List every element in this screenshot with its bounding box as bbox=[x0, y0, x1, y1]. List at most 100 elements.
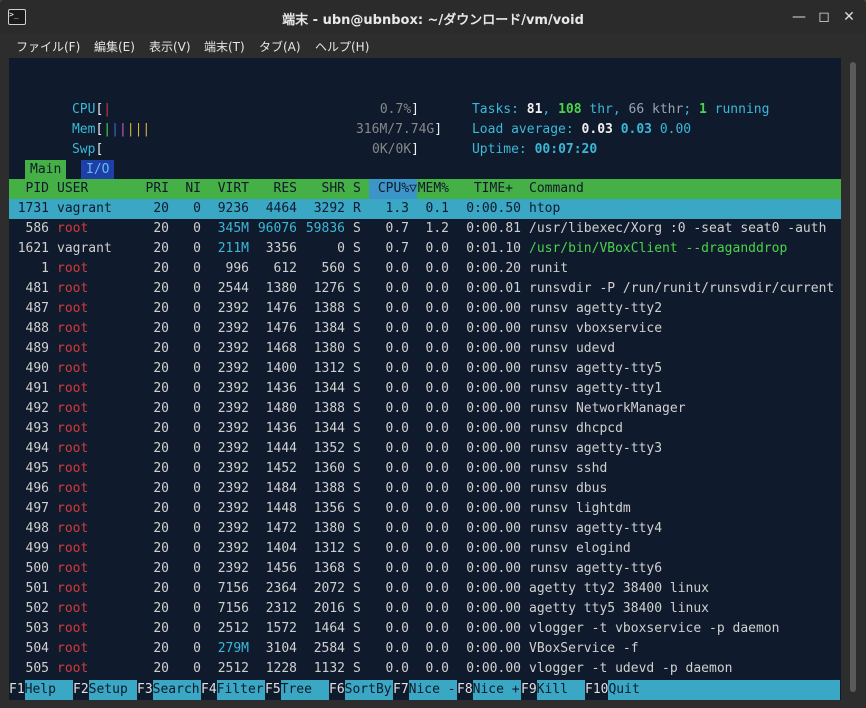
ni-cell: 0 bbox=[193, 641, 201, 656]
ni-cell: 0 bbox=[193, 321, 201, 336]
menu-terminal[interactable]: 端末(T) bbox=[204, 38, 245, 55]
shr-cell: 1380 bbox=[313, 521, 345, 536]
f7-nice-minus-key[interactable]: F7Nice - bbox=[393, 680, 457, 700]
shr-cell: 1380 bbox=[313, 341, 345, 356]
terminal-area[interactable]: CPU[| 0.7%] Mem[|||||| 316M/7.74G] Swp[ … bbox=[9, 58, 841, 700]
process-row[interactable]: 505 root 20 0 2512 1228 1132 S 0.0 0.0 0:00.00 vlog… bbox=[9, 659, 841, 679]
process-row[interactable]: 1621 vagrant 20 0 211M 3356 0 S 0.7 0.0 0:01.10/us… bbox=[9, 239, 841, 259]
user-cell: root bbox=[57, 441, 89, 456]
time-cell: 0:00.00 bbox=[466, 541, 521, 556]
tab-main[interactable]: Main bbox=[25, 160, 67, 180]
col-pid[interactable]: PID bbox=[9, 179, 49, 199]
res-cell: 1448 bbox=[265, 501, 297, 516]
process-row[interactable]: 502 root 20 0 7156 2312 2016 S 0.0 0.0 0:00.00 aget… bbox=[9, 599, 841, 619]
mem-cell: 0.0 bbox=[425, 341, 449, 356]
process-row[interactable]: 496 root 20 0 2392 1484 1388 S 0.0 0.0 0:00.00 runs… bbox=[9, 479, 841, 499]
menu-edit[interactable]: 編集(E) bbox=[94, 38, 135, 55]
f2-setup-key[interactable]: F2Setup bbox=[73, 680, 137, 700]
f8-nice-plus-key[interactable]: F8Nice + bbox=[457, 680, 521, 700]
col-cpu[interactable]: CPU%▽ bbox=[369, 179, 417, 199]
state-cell: S bbox=[353, 421, 361, 436]
command-cell: /usr/libexec/Xorg :0 -seat seat0 -auth bbox=[529, 221, 827, 236]
terminal-scrollbar[interactable] bbox=[847, 58, 859, 700]
virt-cell: 2392 bbox=[217, 501, 249, 516]
res-cell: 1444 bbox=[265, 441, 297, 456]
pid-cell: 1731 bbox=[17, 201, 49, 216]
selected-process-row[interactable]: 1731 vagrant 20 0 9236 4464 3292 R 1.3 0.1 0:00.50… bbox=[9, 199, 841, 219]
time-cell: 0:00.00 bbox=[466, 381, 521, 396]
process-row[interactable]: 490 root 20 0 2392 1400 1312 S 0.0 0.0 0:00.00 runs… bbox=[9, 359, 841, 379]
mem-cell: 0.0 bbox=[425, 361, 449, 376]
col-time[interactable]: TIME+ bbox=[457, 179, 513, 199]
process-row[interactable]: 586 root 20 0 345M 96076 59836 S 0.7 1.2 0:00.81/u… bbox=[9, 219, 841, 239]
res-cell: 1476 bbox=[265, 301, 297, 316]
process-row[interactable]: 1 root 20 0 996 612 560 S 0.0 0.0 0:00.20 runit bbox=[9, 259, 841, 279]
res-cell: 3356 bbox=[265, 241, 297, 256]
col-res[interactable]: RES bbox=[257, 179, 297, 199]
title-bar[interactable]: >_ 端末 - ubn@ubnbox: ~/ダウンロード/vm/void — ◻… bbox=[0, 0, 866, 34]
mem-cell: 0.0 bbox=[425, 481, 449, 496]
process-row[interactable]: 492 root 20 0 2392 1480 1388 S 0.0 0.0 0:00.00 runs… bbox=[9, 399, 841, 419]
process-row[interactable]: 499 root 20 0 2392 1404 1312 S 0.0 0.0 0:00.00 runs… bbox=[9, 539, 841, 559]
minimize-icon[interactable]: — bbox=[790, 8, 808, 26]
menu-help[interactable]: ヘルプ(H) bbox=[315, 38, 369, 55]
col-mem[interactable]: MEM% bbox=[417, 179, 449, 199]
process-row[interactable]: 494 root 20 0 2392 1444 1352 S 0.0 0.0 0:00.00 runs… bbox=[9, 439, 841, 459]
process-row[interactable]: 489 root 20 0 2392 1468 1380 S 0.0 0.0 0:00.00 runs… bbox=[9, 339, 841, 359]
scrollbar-thumb[interactable] bbox=[850, 62, 856, 692]
ni-cell: 0 bbox=[193, 621, 201, 636]
process-row[interactable]: 501 root 20 0 7156 2364 2072 S 0.0 0.0 0:00.00 aget… bbox=[9, 579, 841, 599]
col-ni[interactable]: NI bbox=[177, 179, 201, 199]
virt-cell: 2392 bbox=[217, 461, 249, 476]
menu-bar: ファイル(F) 編集(E) 表示(V) 端末(T) タブ(A) ヘルプ(H) bbox=[0, 34, 866, 58]
process-row[interactable]: 487 root 20 0 2392 1476 1388 S 0.0 0.0 0:00.00 runs… bbox=[9, 299, 841, 319]
shr-cell: 1368 bbox=[313, 561, 345, 576]
process-row[interactable]: 503 root 20 0 2512 1572 1464 S 0.0 0.0 0:00.00 vlog… bbox=[9, 619, 841, 639]
col-pri[interactable]: PRI bbox=[137, 179, 169, 199]
f3-search-key[interactable]: F3Search bbox=[137, 680, 201, 700]
time-cell: 0:00.20 bbox=[466, 261, 521, 276]
mem-cell: 0.0 bbox=[425, 541, 449, 556]
process-row[interactable]: 500 root 20 0 2392 1456 1368 S 0.0 0.0 0:00.00 runs… bbox=[9, 559, 841, 579]
process-row[interactable]: 493 root 20 0 2392 1436 1344 S 0.0 0.0 0:00.00 runs… bbox=[9, 419, 841, 439]
col-virt[interactable]: VIRT bbox=[209, 179, 249, 199]
f6-sortby-key[interactable]: F6SortBy bbox=[329, 680, 393, 700]
pri-cell: 20 bbox=[153, 281, 169, 296]
res-cell: 1400 bbox=[265, 361, 297, 376]
res-cell: 1456 bbox=[265, 561, 297, 576]
user-cell: root bbox=[57, 341, 89, 356]
f10-quit-key[interactable]: F10Quit bbox=[585, 680, 841, 700]
process-row[interactable]: 495 root 20 0 2392 1452 1360 S 0.0 0.0 0:00.00 runs… bbox=[9, 459, 841, 479]
pid-cell: 503 bbox=[25, 621, 49, 636]
process-row[interactable]: 491 root 20 0 2392 1436 1344 S 0.0 0.0 0:00.00 runs… bbox=[9, 379, 841, 399]
virt-cell: 2392 bbox=[217, 341, 249, 356]
state-cell: S bbox=[353, 281, 361, 296]
f1-help-key[interactable]: F1Help bbox=[9, 680, 73, 700]
time-cell: 0:01.10 bbox=[466, 241, 521, 256]
menu-file[interactable]: ファイル(F) bbox=[16, 38, 80, 55]
ni-cell: 0 bbox=[193, 241, 201, 256]
process-row[interactable]: 504 root 20 0 279M 3104 2584 S 0.0 0.0 0:00.00 VBox… bbox=[9, 639, 841, 659]
f5-tree-key[interactable]: F5Tree bbox=[265, 680, 329, 700]
res-cell: 1476 bbox=[265, 321, 297, 336]
col-command[interactable]: Command bbox=[529, 179, 584, 199]
process-row[interactable]: 497 root 20 0 2392 1448 1356 S 0.0 0.0 0:00.00 runs… bbox=[9, 499, 841, 519]
col-shr[interactable]: SHR bbox=[305, 179, 345, 199]
close-icon[interactable]: ✕ bbox=[840, 8, 858, 26]
col-state[interactable]: S bbox=[353, 179, 361, 199]
process-row[interactable]: 481 root 20 0 2544 1380 1276 S 0.0 0.0 0:00.01 runs… bbox=[9, 279, 841, 299]
tab-io[interactable]: I/O bbox=[81, 160, 115, 180]
state-cell: S bbox=[353, 581, 361, 596]
cpu-cell: 0.0 bbox=[385, 421, 409, 436]
col-user[interactable]: USER bbox=[57, 179, 88, 199]
pri-cell: 20 bbox=[153, 241, 169, 256]
maximize-icon[interactable]: ◻ bbox=[815, 8, 833, 26]
f9-kill-key[interactable]: F9Kill bbox=[521, 680, 585, 700]
res-cell: 96076 bbox=[257, 221, 297, 236]
process-row[interactable]: 498 root 20 0 2392 1472 1380 S 0.0 0.0 0:00.00 runs… bbox=[9, 519, 841, 539]
f4-filter-key[interactable]: F4Filter bbox=[201, 680, 265, 700]
menu-view[interactable]: 表示(V) bbox=[149, 38, 191, 55]
menu-tabs[interactable]: タブ(A) bbox=[259, 38, 301, 55]
pri-cell: 20 bbox=[153, 461, 169, 476]
process-row[interactable]: 488 root 20 0 2392 1476 1384 S 0.0 0.0 0:00.00 runs… bbox=[9, 319, 841, 339]
